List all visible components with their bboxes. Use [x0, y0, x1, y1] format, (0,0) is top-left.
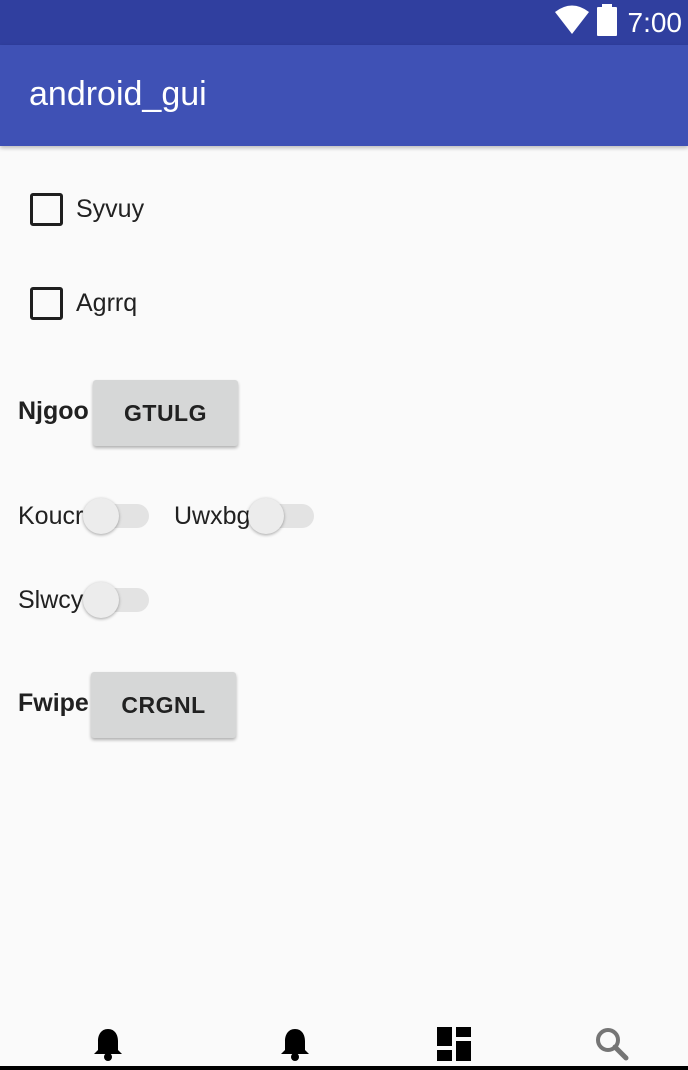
switch-slwcy[interactable]: [83, 582, 149, 618]
checkbox-label: Agrrq: [76, 289, 138, 317]
switch-thumb[interactable]: [83, 582, 119, 618]
switch-thumb[interactable]: [248, 498, 284, 534]
nav-item-bell-2[interactable]: [275, 1026, 315, 1066]
label-uwxbg: Uwxbg: [174, 502, 251, 530]
app-bar: android_gui: [0, 45, 688, 146]
switch-koucr[interactable]: [83, 498, 149, 534]
checkbox-agrrq[interactable]: Agrrq: [30, 287, 137, 320]
checkbox-box[interactable]: [30, 287, 63, 320]
checkbox-syvuy[interactable]: Syvuy: [30, 193, 144, 226]
checkbox-box[interactable]: [30, 193, 63, 226]
gtulg-button[interactable]: GTULG: [93, 380, 238, 446]
checkbox-label: Syvuy: [76, 195, 145, 223]
label-slwcy: Slwcy: [18, 586, 84, 614]
wifi-icon: [554, 5, 590, 40]
switch-thumb[interactable]: [83, 498, 119, 534]
switch-uwxbg[interactable]: [248, 498, 314, 534]
search-icon: [595, 1027, 629, 1066]
status-bar: 7:00: [0, 0, 688, 45]
app-title: android_gui: [29, 75, 207, 113]
label-fwipe: Fwipe: [18, 689, 89, 717]
battery-icon: [596, 4, 618, 41]
bell-icon: [92, 1027, 124, 1066]
main-content: Syvuy Agrrq Njgoo GTULG Koucr Uwxbg Slwc…: [0, 146, 688, 1026]
status-icons: 7:00: [554, 0, 683, 45]
dashboard-icon: [437, 1026, 471, 1066]
label-koucr: Koucr: [18, 502, 84, 530]
crgnl-button[interactable]: CRGNL: [91, 672, 236, 738]
nav-item-bell-1[interactable]: [88, 1026, 128, 1066]
nav-item-search[interactable]: [592, 1026, 632, 1066]
nav-baseline: [0, 1066, 688, 1070]
bottom-nav: [0, 1018, 688, 1070]
bell-icon: [279, 1027, 311, 1066]
nav-item-dashboard[interactable]: [434, 1026, 474, 1066]
label-njgoo: Njgoo: [18, 397, 89, 425]
status-time: 7:00: [627, 6, 683, 38]
